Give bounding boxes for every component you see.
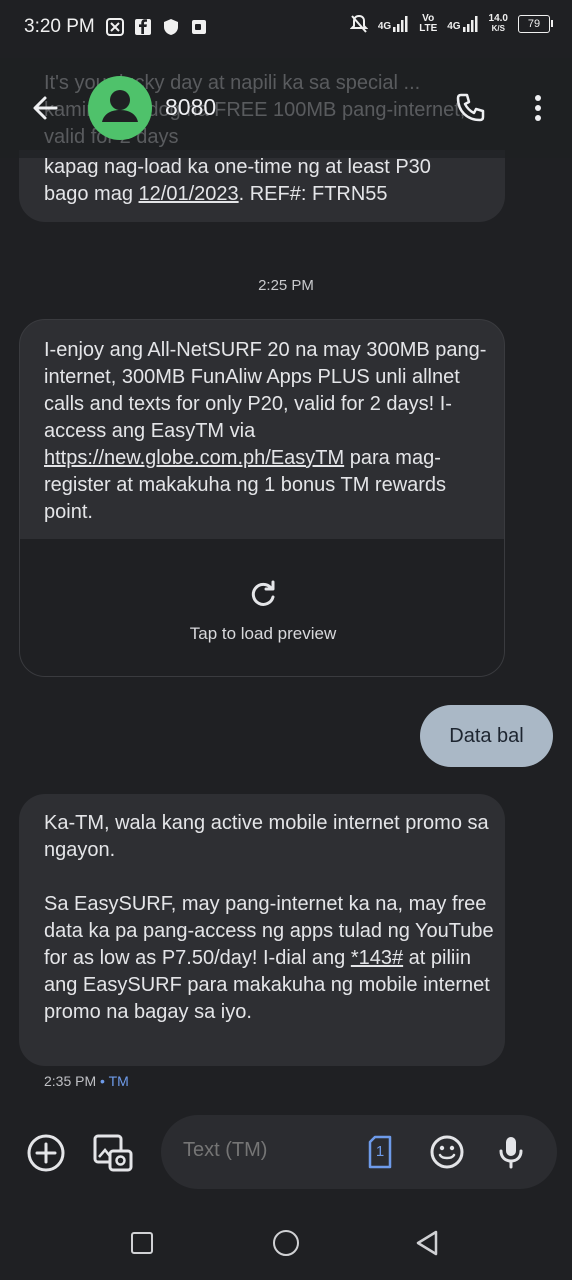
emoji-button[interactable] bbox=[429, 1134, 465, 1170]
status-time: 3:20 PM bbox=[24, 16, 95, 37]
gallery-camera-icon bbox=[93, 1134, 133, 1172]
sent-message-bubble[interactable]: Data bal bbox=[420, 705, 553, 767]
volte-label: Vo LTE bbox=[419, 13, 438, 34]
message-3-text: Ka-TM, wala kang active mobile internet … bbox=[44, 810, 494, 1026]
sim-selector[interactable]: 1 bbox=[367, 1135, 393, 1169]
signal-1: 4G bbox=[378, 16, 409, 32]
app-notification-icon bbox=[106, 18, 124, 36]
signal-2: 4G bbox=[447, 16, 478, 32]
facebook-icon bbox=[135, 19, 151, 35]
message-3-sim-label: TM bbox=[108, 1073, 129, 1089]
message-1-suffix: . REF#: FTRN55 bbox=[238, 183, 388, 205]
contact-avatar[interactable] bbox=[88, 76, 152, 140]
message-3-meta: 2:35 PM • TM bbox=[44, 1073, 129, 1089]
compose-bar: 1 bbox=[161, 1115, 557, 1189]
signal-bars-icon bbox=[393, 16, 408, 32]
arrow-left-icon bbox=[33, 96, 58, 120]
message-input[interactable] bbox=[183, 1139, 383, 1162]
message-2-text-a: I-enjoy ang All-NetSURF 20 na may 300MB … bbox=[44, 339, 487, 442]
message-1-prefix: bago mag bbox=[44, 183, 139, 205]
network-type-label-2: 4G bbox=[447, 21, 461, 32]
preview-label: Tap to load preview bbox=[189, 624, 337, 643]
contact-name[interactable]: 8080 bbox=[165, 94, 216, 121]
message-3-ussd-code[interactable]: *143# bbox=[351, 947, 403, 969]
home-circle-icon[interactable] bbox=[273, 1230, 299, 1256]
message-1-date-link[interactable]: 12/01/2023 bbox=[139, 183, 239, 205]
gallery-button[interactable] bbox=[92, 1133, 134, 1173]
net-speed: 14.0 K/S bbox=[489, 14, 508, 34]
message-3-time: 2:35 PM bbox=[44, 1073, 97, 1089]
signal-bars-icon-2 bbox=[462, 16, 478, 32]
net-speed-value: 14.0 bbox=[488, 13, 508, 24]
message-bubble-2[interactable]: I-enjoy ang All-NetSURF 20 na may 300MB … bbox=[19, 319, 505, 677]
message-3-para1: Ka-TM, wala kang active mobile internet … bbox=[44, 812, 489, 861]
link-preview[interactable]: Tap to load preview bbox=[20, 539, 504, 676]
back-triangle-icon[interactable] bbox=[415, 1229, 439, 1257]
message-bubble-3[interactable]: Ka-TM, wala kang active mobile internet … bbox=[19, 794, 505, 1066]
message-bubble-1[interactable]: kapag nag-load ka one-time ng at least P… bbox=[19, 150, 505, 222]
mute-icon bbox=[349, 14, 368, 33]
status-bar: 3:20 PM 4G Vo LTE 4G 14.0 K/S 79 bbox=[0, 0, 572, 58]
plus-circle-icon bbox=[27, 1134, 65, 1172]
back-button[interactable] bbox=[26, 88, 66, 128]
outlook-icon bbox=[192, 20, 206, 34]
message-1-text: kapag nag-load ka one-time ng at least P… bbox=[44, 154, 494, 208]
battery-indicator: 79 bbox=[518, 15, 553, 33]
call-button[interactable] bbox=[452, 90, 488, 126]
recents-square-icon[interactable] bbox=[131, 1232, 153, 1254]
sim-slot-label: 1 bbox=[375, 1143, 385, 1160]
system-status: 4G Vo LTE 4G 14.0 K/S 79 bbox=[349, 13, 553, 34]
shield-icon bbox=[164, 19, 178, 35]
microphone-icon bbox=[499, 1137, 523, 1169]
more-vert-icon bbox=[535, 95, 541, 121]
refresh-icon bbox=[246, 577, 280, 611]
net-speed-unit: K/S bbox=[491, 24, 505, 33]
network-type-label: 4G bbox=[377, 21, 392, 32]
add-attachment-button[interactable] bbox=[26, 1133, 66, 1173]
message-2-text: I-enjoy ang All-NetSURF 20 na may 300MB … bbox=[44, 337, 494, 526]
message-1-line1: kapag nag-load ka one-time ng at least P… bbox=[44, 156, 431, 178]
message-2-link[interactable]: https://new.globe.com.ph/EasyTM bbox=[44, 447, 344, 469]
meta-separator: • bbox=[96, 1073, 109, 1089]
phone-icon bbox=[456, 93, 485, 122]
navigation-bar bbox=[0, 1200, 572, 1280]
notification-icons bbox=[105, 17, 209, 39]
more-options-button[interactable] bbox=[526, 90, 550, 126]
person-icon bbox=[102, 90, 138, 122]
voice-input-button[interactable] bbox=[497, 1134, 525, 1170]
smiley-icon bbox=[430, 1135, 464, 1169]
time-divider: 2:25 PM bbox=[258, 277, 314, 294]
